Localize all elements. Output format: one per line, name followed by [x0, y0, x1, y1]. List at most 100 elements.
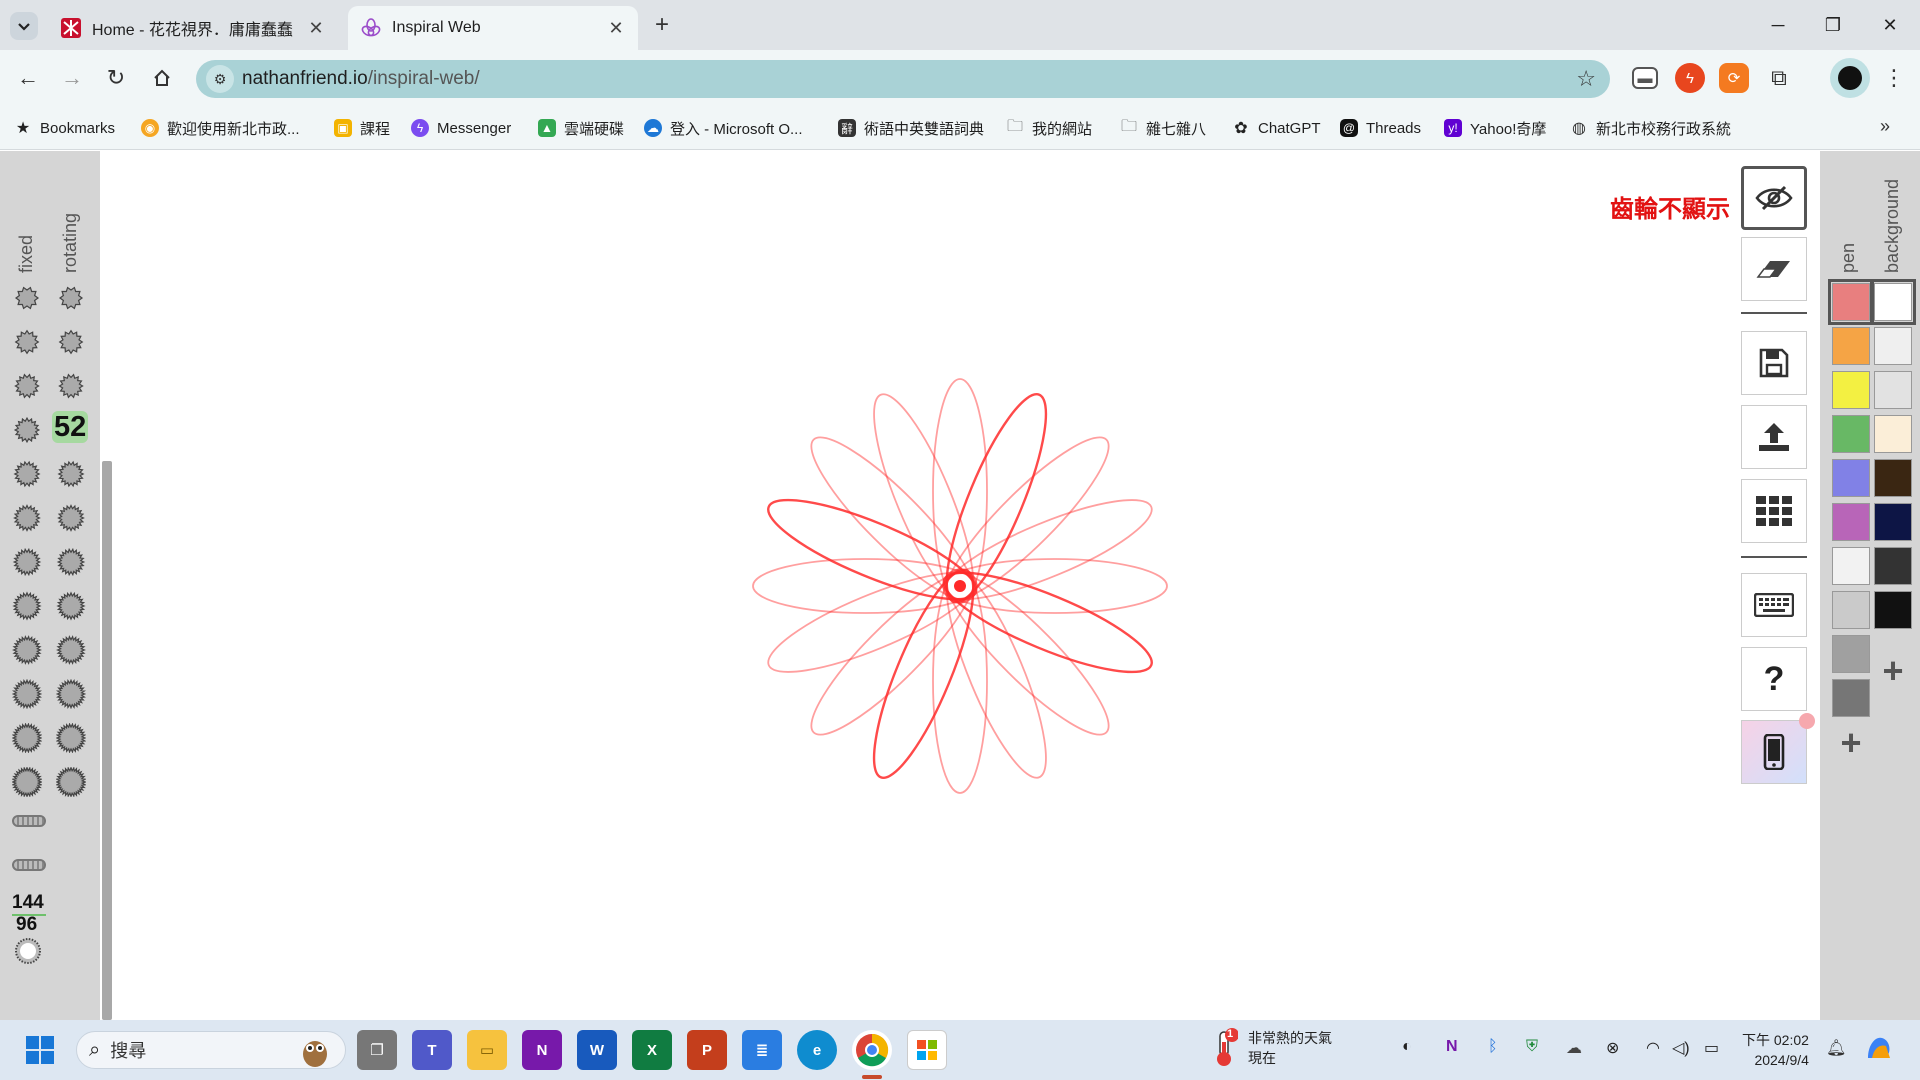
background-color-swatch[interactable] [1874, 415, 1912, 453]
background-color-swatch[interactable] [1874, 371, 1912, 409]
bookmark-item[interactable]: ✿ ChatGPT [1232, 116, 1320, 140]
pen-color-swatch[interactable] [1832, 503, 1870, 541]
powerpoint-icon[interactable]: P [687, 1030, 727, 1070]
gear-icon[interactable] [12, 935, 44, 967]
save-button[interactable] [1741, 331, 1807, 395]
fixed-gear-icon[interactable] [12, 459, 42, 489]
back-icon[interactable]: ← [12, 62, 44, 94]
rotating-gear-icon[interactable] [56, 503, 86, 533]
steam-icon[interactable]: ◐ [1402, 1038, 1412, 1056]
background-color-swatch[interactable] [1874, 327, 1912, 365]
onenote-tray-icon[interactable]: N [1446, 1038, 1458, 1056]
hide-gears-button[interactable] [1741, 166, 1807, 230]
fixed-gear-icon[interactable] [12, 723, 42, 753]
pen-color-swatch[interactable] [1832, 679, 1870, 717]
fixed-gear-icon[interactable] [12, 327, 42, 357]
background-color-swatch[interactable] [1874, 547, 1912, 585]
onenote-icon[interactable]: N [522, 1030, 562, 1070]
fixed-gear-icon[interactable] [12, 283, 42, 313]
bookmark-item[interactable]: ☁ 登入 - Microsoft O... [644, 116, 803, 140]
bluetooth-icon[interactable]: ᛒ [1488, 1038, 1498, 1056]
file-explorer-icon[interactable]: ▭ [467, 1030, 507, 1070]
reload-icon[interactable]: ↻ [100, 62, 132, 94]
task-view-icon[interactable]: ❐ [357, 1030, 397, 1070]
background-color-swatch[interactable] [1874, 503, 1912, 541]
volume-icon[interactable]: ◁) [1672, 1038, 1690, 1058]
pen-color-swatch[interactable] [1832, 547, 1870, 585]
extensions-puzzle-icon[interactable]: ⧉ [1764, 63, 1794, 93]
x-app-icon[interactable]: ⊗ [1606, 1038, 1619, 1058]
background-color-swatch[interactable] [1870, 279, 1916, 325]
line-extension-icon[interactable]: ▬ [1632, 67, 1658, 89]
notification-bell-icon[interactable]: 🔔︎ [1826, 1038, 1846, 1058]
pen-color-swatch[interactable] [1828, 279, 1874, 325]
fixed-gear-icon[interactable] [12, 591, 42, 621]
add-pen-color-icon[interactable]: + [1832, 725, 1870, 761]
address-bar[interactable]: ⚙ nathanfriend.io/inspiral-web/ ☆ [196, 60, 1610, 98]
fixed-gear-icon[interactable] [12, 415, 42, 445]
rotating-gear-icon[interactable] [56, 767, 86, 797]
chrome-icon[interactable] [852, 1030, 892, 1070]
wifi-icon[interactable]: ◠ [1646, 1038, 1660, 1058]
background-color-swatch[interactable] [1874, 459, 1912, 497]
rotating-gear-icon[interactable] [56, 547, 86, 577]
close-tab-icon[interactable]: ✕ [602, 18, 630, 39]
help-button[interactable]: ? [1741, 647, 1807, 711]
copilot-icon[interactable] [1864, 1034, 1894, 1067]
bookmark-item[interactable]: y! Yahoo!奇摩 [1444, 116, 1546, 140]
bookmark-item[interactable]: 🗀 雜七雜八 [1120, 116, 1206, 140]
excel-icon[interactable]: X [632, 1030, 672, 1070]
fixed-gear-icon[interactable] [12, 371, 42, 401]
minimize-icon[interactable]: ─ [1758, 10, 1798, 40]
window-close-icon[interactable]: ✕ [1870, 10, 1910, 40]
selected-rotating-gear[interactable]: 52 [52, 411, 89, 443]
bookmark-item[interactable]: ◉ 歡迎使用新北市政... [141, 116, 300, 140]
word-icon[interactable]: W [577, 1030, 617, 1070]
upload-button[interactable] [1741, 405, 1807, 469]
pen-color-swatch[interactable] [1832, 415, 1870, 453]
eraser-button[interactable] [1741, 237, 1807, 301]
keyboard-button[interactable] [1741, 573, 1807, 637]
ring-gear-button[interactable] [12, 815, 46, 827]
background-color-swatch[interactable] [1874, 591, 1912, 629]
fixed-gear-icon[interactable] [12, 547, 42, 577]
sync-extension-icon[interactable]: ⟳ [1719, 63, 1749, 93]
fixed-gear-icon[interactable] [12, 503, 42, 533]
edge-icon[interactable]: e [797, 1030, 837, 1070]
bookmark-item[interactable]: ϟ Messenger [411, 116, 511, 140]
restore-icon[interactable]: ❐ [1813, 10, 1853, 40]
battery-icon[interactable]: ▭ [1704, 1038, 1719, 1058]
pen-color-swatch[interactable] [1832, 591, 1870, 629]
bookmark-item[interactable]: ▲ 雲端硬碟 [538, 116, 624, 140]
ring-gear-button[interactable] [12, 859, 46, 871]
bookmark-item[interactable]: ★ Bookmarks [14, 116, 115, 140]
rotating-gear-icon[interactable] [56, 371, 86, 401]
rotating-gear-icon[interactable] [56, 723, 86, 753]
tab-search-button[interactable] [10, 12, 38, 40]
mobile-button[interactable] [1741, 720, 1807, 784]
microsoft-store-icon[interactable] [907, 1030, 947, 1070]
bookmark-star-icon[interactable]: ☆ [1576, 66, 1596, 92]
tab-inspiral[interactable]: Inspiral Web ✕ [348, 6, 638, 50]
pen-color-swatch[interactable] [1832, 635, 1870, 673]
flash-extension-icon[interactable]: ϟ [1675, 63, 1705, 93]
onedrive-tray-icon[interactable]: ☁ [1566, 1038, 1582, 1058]
fixed-gear-icon[interactable] [12, 635, 42, 665]
rotating-gear-icon[interactable] [56, 591, 86, 621]
chevron-right-double-icon[interactable]: » [1880, 116, 1890, 137]
rotating-gear-icon[interactable] [56, 459, 86, 489]
fixed-gear-icon[interactable] [12, 767, 42, 797]
add-background-color-icon[interactable]: + [1874, 653, 1912, 689]
bookmark-item[interactable]: ◍ 新北市校務行政系統 [1570, 116, 1731, 140]
bookmark-item[interactable]: @ Threads [1340, 116, 1421, 140]
bookmark-item[interactable]: ▣ 課程 [334, 116, 390, 140]
chrome-menu-icon[interactable]: ⋮ [1882, 60, 1906, 96]
rotating-gear-icon[interactable] [56, 635, 86, 665]
tab-home[interactable]: Home - 花花視界．庸庸蠢蠢 ✕ [48, 6, 338, 50]
weather-widget[interactable]: 1 非常熱的天氣 現在 [1210, 1028, 1332, 1068]
pen-color-swatch[interactable] [1832, 371, 1870, 409]
forward-icon[interactable]: → [56, 62, 88, 94]
drawing-canvas[interactable] [115, 151, 1815, 1020]
rotating-gear-icon[interactable] [56, 283, 86, 313]
home-icon[interactable] [146, 62, 178, 94]
